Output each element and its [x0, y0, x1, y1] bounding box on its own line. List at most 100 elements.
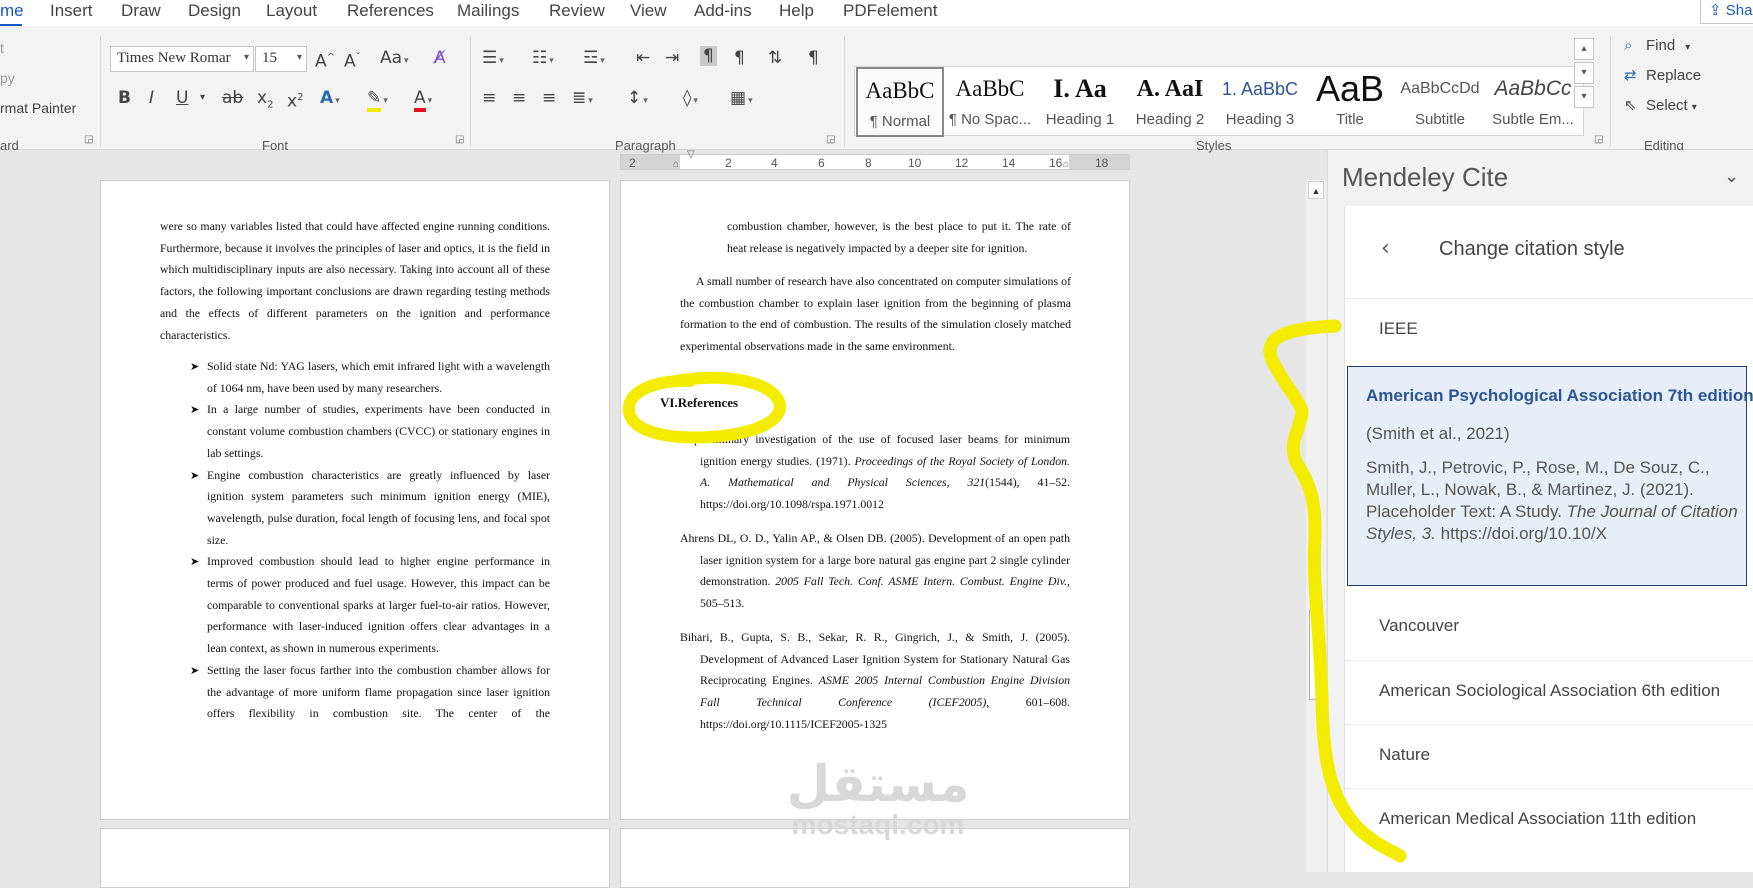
selected-style-name: American Psychological Association 7th e…: [1366, 386, 1753, 405]
tab-pdfelement[interactable]: PDFelement: [843, 0, 937, 22]
decrease-indent-icon[interactable]: ⇤: [636, 48, 650, 68]
change-case-button[interactable]: Aa ▾: [380, 48, 409, 71]
gallery-more-icon[interactable]: ▾: [1574, 86, 1594, 108]
right-indent-marker-icon[interactable]: ⌂: [1063, 159, 1069, 170]
ribbon-divider: [844, 36, 845, 146]
style-option-asa[interactable]: American Sociological Association 6th ed…: [1345, 660, 1753, 724]
style-heading-2[interactable]: A. AaI Heading 2: [1125, 67, 1215, 137]
replace-button[interactable]: ⇄ Replace: [1624, 66, 1701, 84]
style-normal[interactable]: AaBbC ¶ Normal: [856, 67, 944, 137]
ruler-tick: 18: [1095, 156, 1109, 170]
arrow-bullet-icon: ➤: [190, 468, 200, 482]
tab-home[interactable]: me: [0, 0, 24, 22]
show-marks-icon[interactable]: ¶: [808, 48, 819, 68]
tab-insert[interactable]: Insert: [50, 0, 93, 22]
style-option-vancouver[interactable]: Vancouver: [1345, 596, 1753, 660]
list-item-text: Solid state Nd: YAG lasers, which emit i…: [207, 359, 550, 395]
conclusion-list: ➤ Solid state Nd: YAG lasers, which emit …: [190, 356, 550, 725]
bullets-icon[interactable]: ☰ ▾: [482, 48, 504, 71]
style-option-apa-selected[interactable]: American Psychological Association 7th e…: [1347, 366, 1753, 586]
ltr-text-icon[interactable]: ¶: [700, 46, 717, 66]
align-left-icon[interactable]: ≡: [482, 88, 496, 108]
tab-draw[interactable]: Draw: [121, 0, 161, 22]
gallery-up-icon[interactable]: ▴: [1574, 38, 1594, 60]
tab-add-ins[interactable]: Add-ins: [694, 0, 752, 22]
align-center-icon[interactable]: ≡: [512, 88, 526, 108]
bold-button[interactable]: B: [118, 88, 131, 108]
indent-marker-icon[interactable]: ⌂: [673, 159, 679, 170]
back-arrow-icon[interactable]: ‹: [1381, 236, 1390, 261]
select-button[interactable]: ⇖ Select ▾: [1624, 96, 1697, 114]
font-color-icon[interactable]: A ▾: [414, 88, 432, 112]
share-button[interactable]: ⇪ Sha: [1700, 0, 1753, 24]
sort-icon[interactable]: ⇅: [768, 48, 782, 68]
highlight-color-icon[interactable]: ✎ ▾: [367, 88, 388, 112]
borders-icon[interactable]: ▦ ▾: [730, 88, 753, 111]
arrow-bullet-icon: ➤: [190, 663, 200, 677]
cut-button[interactable]: t: [0, 40, 4, 56]
document-scrollbar[interactable]: ▲: [1306, 180, 1326, 872]
list-item: ➤ Solid state Nd: YAG lasers, which emit …: [190, 356, 550, 399]
line-spacing-icon[interactable]: ↕ ▾: [627, 88, 648, 111]
chevron-down-icon[interactable]: ⌄: [1724, 166, 1739, 187]
chevron-down-icon[interactable]: ▾: [200, 88, 205, 108]
font-size-combo[interactable]: 15 ▾: [255, 46, 307, 72]
ribbon-divider: [1610, 36, 1611, 146]
document-page-next-left[interactable]: [100, 828, 610, 888]
style-subtle-emphasis[interactable]: AaBbCc Subtle Em...: [1485, 67, 1581, 137]
justify-icon[interactable]: ≣ ▾: [572, 88, 593, 111]
style-label: Heading 2: [1135, 111, 1205, 128]
italic-button[interactable]: I: [149, 88, 154, 108]
tab-review[interactable]: Review: [549, 0, 605, 22]
format-painter-button[interactable]: rmat Painter: [0, 100, 76, 116]
increase-indent-icon[interactable]: ⇥: [665, 48, 679, 68]
list-item-text: In a large number of studies, experiment…: [207, 402, 550, 460]
tab-design[interactable]: Design: [188, 0, 241, 22]
style-label: Title: [1336, 111, 1364, 128]
tab-mailings[interactable]: Mailings: [457, 0, 519, 22]
horizontal-ruler[interactable]: 2 2 4 6 8 10 12 14 16 18 ⌂ ⌂ ▽: [620, 149, 1130, 170]
gallery-down-icon[interactable]: ▾: [1574, 62, 1594, 84]
clear-formatting-icon[interactable]: A̸: [434, 48, 446, 68]
style-title[interactable]: AaB Title: [1305, 67, 1395, 137]
clipboard-launcher-icon[interactable]: ◲: [84, 134, 93, 145]
style-option-ama[interactable]: American Medical Association 11th editio…: [1345, 788, 1753, 852]
copy-button[interactable]: py: [0, 70, 15, 86]
underline-button[interactable]: U: [176, 88, 188, 108]
text-effects-icon[interactable]: A ▾: [320, 88, 340, 111]
find-button[interactable]: ⌕ Find ▾: [1624, 36, 1690, 54]
strikethrough-button[interactable]: ab: [222, 88, 243, 108]
scrollbar-thumb[interactable]: [1309, 610, 1323, 700]
ruler-tick: 4: [771, 156, 778, 170]
style-option-ieee[interactable]: IEEE: [1345, 298, 1753, 362]
superscript-button[interactable]: x2: [287, 88, 303, 112]
subscript-button[interactable]: x2: [257, 88, 273, 115]
style-option-label: American Medical Association 11th editio…: [1379, 809, 1697, 828]
font-name-combo[interactable]: Times New Romar ▾: [110, 46, 254, 72]
tab-layout[interactable]: Layout: [266, 0, 317, 22]
shading-icon[interactable]: ◊ ▾: [683, 88, 698, 111]
style-subtitle[interactable]: AaBbCcDd Subtitle: [1395, 67, 1485, 137]
tab-view[interactable]: View: [630, 0, 667, 22]
multilevel-list-icon[interactable]: ☲ ▾: [583, 48, 605, 71]
font-launcher-icon[interactable]: ◲: [455, 134, 464, 145]
paragraph-launcher-icon[interactable]: ◲: [826, 134, 835, 145]
numbering-icon[interactable]: ☷ ▾: [532, 48, 554, 71]
chevron-down-icon: ▾: [1685, 42, 1691, 53]
rtl-text-icon[interactable]: ¶: [734, 48, 745, 68]
tab-help[interactable]: Help: [779, 0, 814, 22]
continuation-paragraph: combustion chamber, however, is the best…: [727, 219, 1071, 255]
scroll-up-icon[interactable]: ▲: [1308, 181, 1324, 199]
align-right-icon[interactable]: ≡: [542, 88, 556, 108]
menu-bar: me Insert Draw Design Layout References …: [0, 0, 1753, 27]
style-option-nature[interactable]: Nature: [1345, 724, 1753, 788]
first-line-indent-icon[interactable]: ▽: [687, 149, 695, 160]
grow-font-button[interactable]: A^: [315, 48, 335, 72]
styles-launcher-icon[interactable]: ◲: [1594, 134, 1603, 145]
style-heading-1[interactable]: I. Aa Heading 1: [1035, 67, 1125, 137]
style-no-spacing[interactable]: AaBbC ¶ No Spac...: [945, 67, 1035, 137]
tab-references[interactable]: References: [347, 0, 434, 22]
shrink-font-button[interactable]: Aˇ: [344, 48, 361, 72]
ruler-tick: 10: [908, 156, 922, 170]
style-heading-3[interactable]: 1. AaBbC Heading 3: [1215, 67, 1305, 137]
